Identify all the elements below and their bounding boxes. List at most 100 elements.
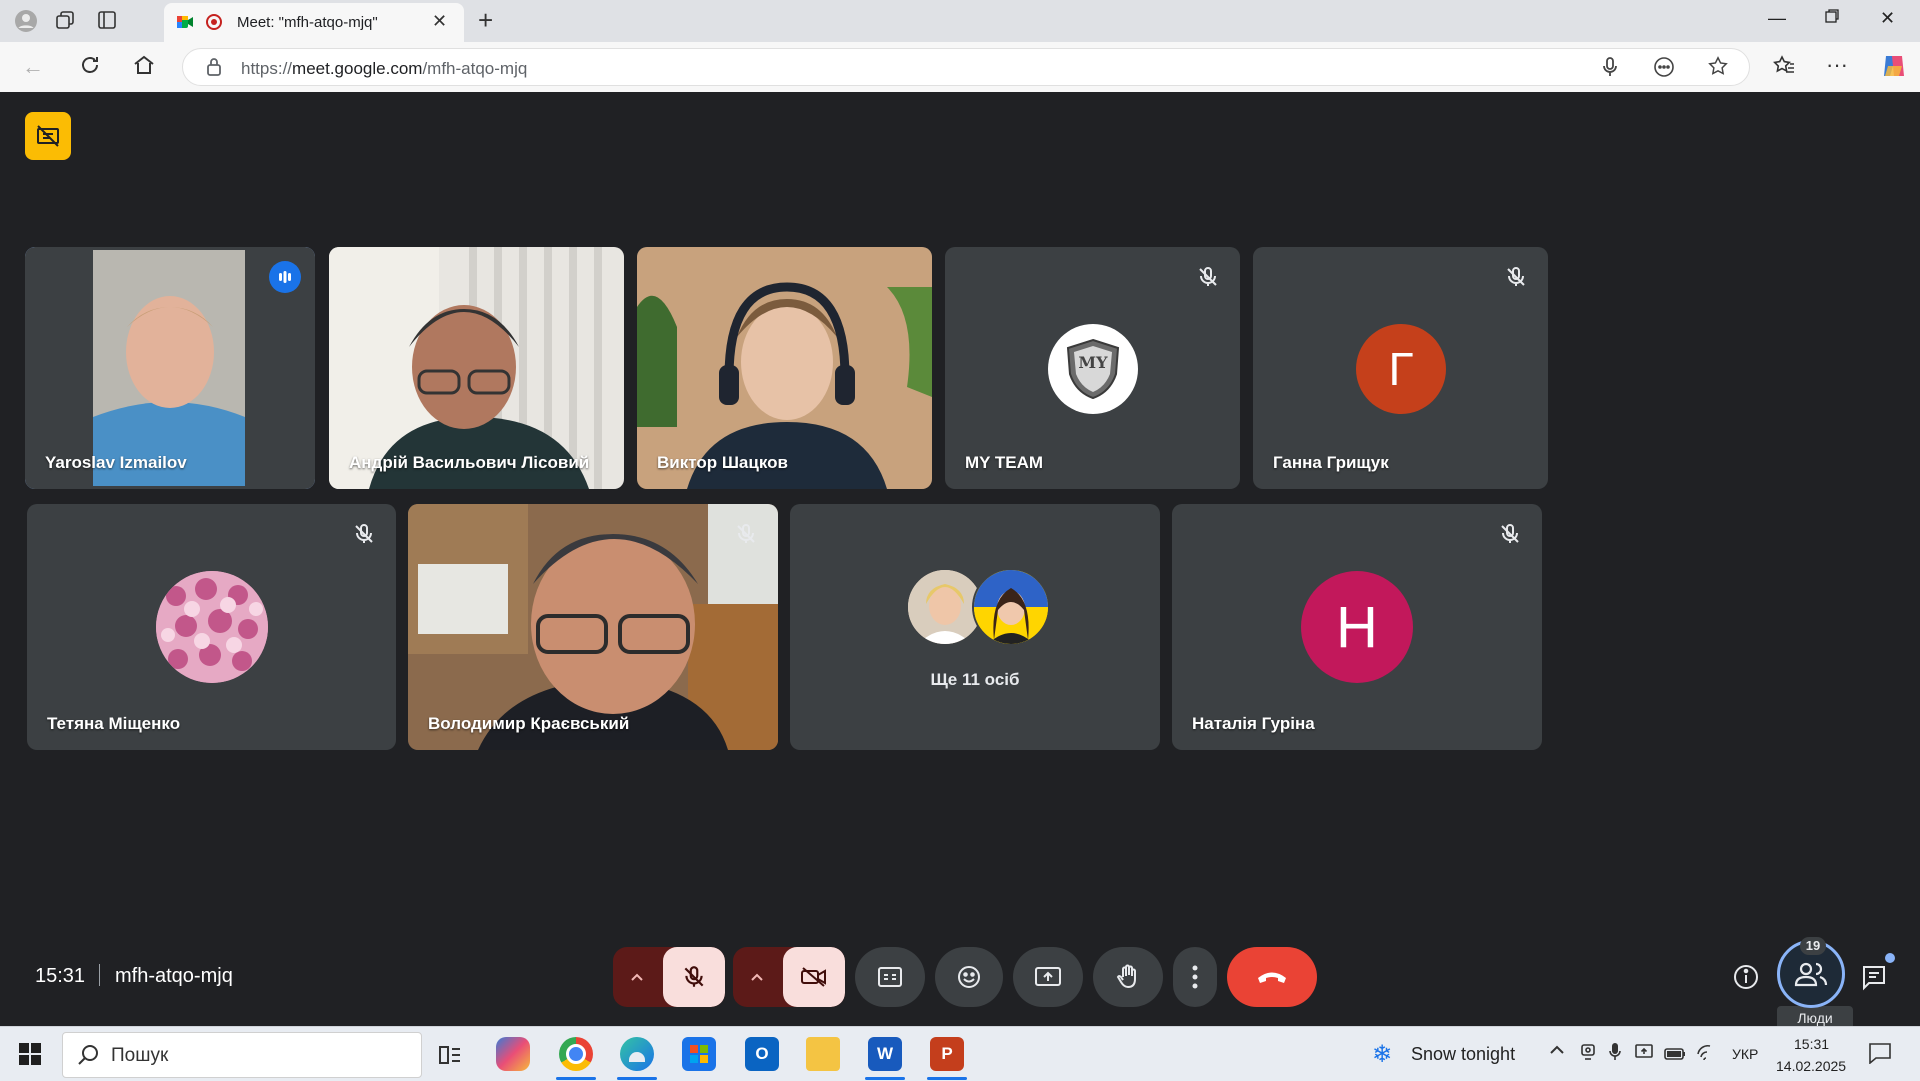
address-bar-row: ← https://meet.google.com/mfh-atqo-mjq ·… (0, 42, 1920, 92)
hanna-avatar: Г (1356, 324, 1446, 414)
people-button[interactable]: 19 (1777, 937, 1845, 1008)
new-tab-icon[interactable]: + (478, 5, 493, 36)
grouped-avatar-2 (972, 568, 1050, 646)
captions-button[interactable] (855, 947, 925, 1007)
favorites-icon[interactable] (1772, 54, 1796, 83)
input-language[interactable]: УКР (1732, 1046, 1758, 1062)
tetiana-avatar-roses (156, 571, 268, 683)
search-icon (77, 1044, 99, 1071)
camera-control-group (733, 947, 845, 1007)
webcam-tray-icon[interactable] (1580, 1043, 1596, 1066)
chat-button[interactable] (1851, 947, 1897, 1007)
copilot-taskbar-icon[interactable] (496, 1037, 530, 1071)
mic-off-icon (355, 524, 373, 543)
url-text: https://meet.google.com/mfh-atqo-mjq (241, 59, 528, 78)
mic-off-icon (1507, 267, 1525, 286)
end-call-button[interactable] (1227, 947, 1317, 1007)
mic-toggle-button[interactable] (663, 947, 725, 1007)
taskbar-date[interactable]: 14.02.2025 (1776, 1058, 1846, 1074)
reading-mode-icon[interactable] (1653, 56, 1675, 83)
video-options-button[interactable] (733, 947, 781, 1007)
avatar-letter: Г (1388, 343, 1414, 395)
tab-title: Meet: "mfh-atqo-mjq" (237, 14, 378, 31)
participant-name: Наталія Гуріна (1192, 714, 1315, 733)
participant-tile-viktor[interactable]: Виктор Шацков (637, 247, 932, 489)
avatar-letter: Н (1336, 594, 1378, 660)
task-view-icon[interactable] (438, 1043, 462, 1072)
favorite-star-icon[interactable] (1707, 55, 1729, 82)
weather-text[interactable]: Snow tonight (1411, 1044, 1515, 1065)
participant-tile-hanna[interactable]: Г Ганна Грищук (1253, 247, 1548, 489)
chevron-up-icon[interactable] (1548, 1041, 1566, 1064)
participant-tile-natalia[interactable]: Н Наталія Гуріна (1172, 504, 1542, 750)
present-screen-button[interactable] (1013, 947, 1083, 1007)
word-taskbar-icon[interactable]: W (868, 1037, 902, 1071)
restore-icon[interactable] (1824, 8, 1840, 29)
hand-icon (1116, 964, 1136, 989)
participant-name: Андрій Васильович Лісовий (349, 453, 590, 472)
taskbar-search-box[interactable]: Пошук (62, 1032, 422, 1078)
windows-taskbar: Пошук O W P ❄ Snow tonight УКР 15:31 14.… (0, 1026, 1920, 1081)
participant-tile-andriy[interactable]: Андрій Васильович Лісовий (329, 247, 624, 489)
browser-tab-meet[interactable]: Meet: "mfh-atqo-mjq" ✕ (164, 3, 464, 42)
profile-icon[interactable] (14, 9, 38, 38)
chevron-up-icon (631, 973, 643, 981)
more-participants-tile[interactable]: Ще 11 осіб (790, 504, 1160, 750)
participant-name: Тетяна Міщенко (47, 714, 181, 733)
copilot-icon[interactable] (1880, 52, 1908, 85)
participant-tile-my-team[interactable]: MY MY TEAM (945, 247, 1240, 489)
raise-hand-button[interactable] (1093, 947, 1163, 1007)
participant-tile-tetiana[interactable]: Тетяна Міщенко (27, 504, 396, 750)
meet-stage: Yaroslav Izmailov Андрій Васильович Лісо… (5, 92, 1915, 1030)
notifications-icon[interactable] (1868, 1042, 1892, 1069)
camera-off-icon (801, 967, 826, 987)
url-field[interactable]: https://meet.google.com/mfh-atqo-mjq (182, 48, 1750, 86)
participant-name: MY TEAM (965, 453, 1044, 472)
refresh-icon[interactable] (78, 53, 102, 82)
edge-taskbar-icon[interactable] (620, 1037, 654, 1071)
screen-share-tray-icon[interactable] (1634, 1043, 1654, 1066)
lock-icon[interactable] (205, 57, 223, 82)
snowflake-icon[interactable]: ❄ (1372, 1040, 1392, 1069)
store-taskbar-icon[interactable] (682, 1037, 716, 1071)
back-icon[interactable]: ← (22, 54, 44, 80)
participant-name: Володимир Краєвський (428, 714, 630, 733)
outlook-taskbar-icon[interactable]: O (745, 1037, 779, 1071)
audio-options-button[interactable] (613, 947, 661, 1007)
chrome-taskbar-icon[interactable] (559, 1037, 593, 1071)
my-team-logo-text: MY (1078, 353, 1108, 372)
mic-off-icon (1501, 524, 1519, 543)
chat-notification-dot (1885, 953, 1895, 963)
no-recording-badge-icon[interactable] (25, 112, 71, 160)
chat-icon (1863, 966, 1885, 991)
my-team-avatar: MY (1048, 324, 1138, 414)
windows-start-icon[interactable] (18, 1042, 42, 1071)
participant-name: Виктор Шацков (657, 453, 788, 472)
speaking-indicator-icon (269, 261, 301, 293)
powerpoint-taskbar-icon[interactable]: P (930, 1037, 964, 1071)
meeting-info-button[interactable] (1723, 947, 1769, 1007)
wifi-icon[interactable] (1696, 1042, 1716, 1067)
home-icon[interactable] (132, 53, 156, 82)
more-options-button[interactable] (1173, 947, 1217, 1007)
present-icon (1035, 967, 1061, 986)
participant-tile-yaroslav[interactable]: Yaroslav Izmailov (25, 247, 315, 489)
minimize-icon[interactable]: — (1768, 8, 1786, 29)
close-tab-icon[interactable]: ✕ (432, 11, 447, 32)
camera-toggle-button[interactable] (783, 947, 845, 1007)
more-menu-icon[interactable]: ··· (1826, 52, 1848, 78)
taskbar-time[interactable]: 15:31 (1794, 1036, 1829, 1052)
info-icon (1734, 965, 1758, 989)
workspaces-icon[interactable] (54, 9, 76, 36)
mic-off-icon (684, 966, 704, 987)
reactions-button[interactable] (935, 947, 1003, 1007)
mic-off-icon (1199, 267, 1217, 286)
browser-tab-strip: Meet: "mfh-atqo-mjq" ✕ + — ✕ (0, 0, 1920, 42)
file-explorer-taskbar-icon[interactable] (806, 1037, 840, 1071)
close-window-icon[interactable]: ✕ (1880, 8, 1895, 29)
participant-tile-volodymyr[interactable]: Володимир Краєвський (408, 504, 778, 750)
mic-icon[interactable] (1601, 56, 1619, 83)
battery-icon[interactable] (1664, 1045, 1686, 1066)
tab-actions-icon[interactable] (96, 9, 118, 36)
mic-tray-icon[interactable] (1608, 1042, 1622, 1067)
